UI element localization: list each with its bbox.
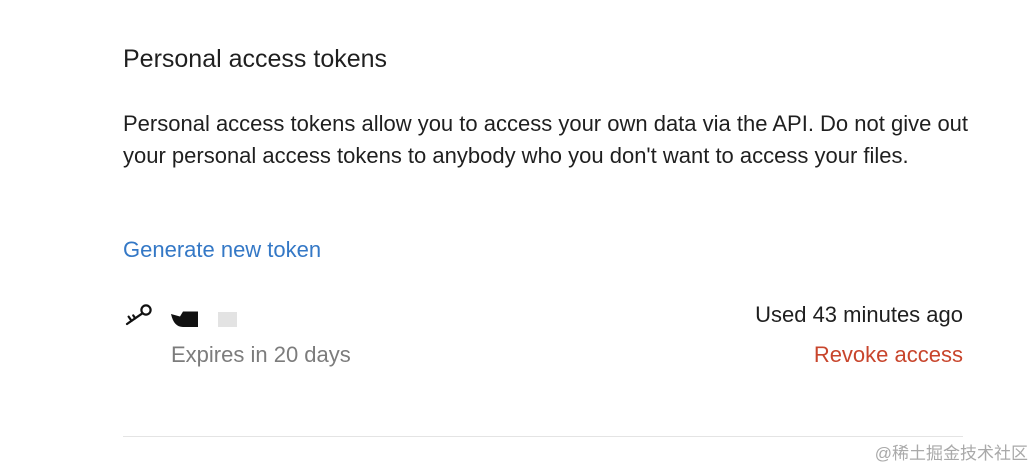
section-description: Personal access tokens allow you to acce… bbox=[123, 111, 969, 168]
watermark-text: @稀土掘金技术社区 bbox=[874, 444, 1028, 463]
key-icon bbox=[125, 304, 152, 326]
generate-new-token-link[interactable]: Generate new token bbox=[123, 234, 321, 266]
token-name-redacted bbox=[171, 306, 241, 330]
revoke-access-button[interactable]: Revoke access bbox=[814, 340, 963, 370]
section-title: Personal access tokens bbox=[123, 45, 388, 73]
section-divider bbox=[123, 436, 963, 437]
token-row: Expires in 20 days Used 43 minutes ago R… bbox=[123, 298, 963, 378]
token-expiry: Expires in 20 days bbox=[171, 342, 351, 367]
token-name-redaction-light bbox=[218, 312, 237, 327]
token-last-used: Used 43 minutes ago bbox=[755, 302, 963, 327]
token-name-redaction-dark bbox=[171, 311, 198, 327]
